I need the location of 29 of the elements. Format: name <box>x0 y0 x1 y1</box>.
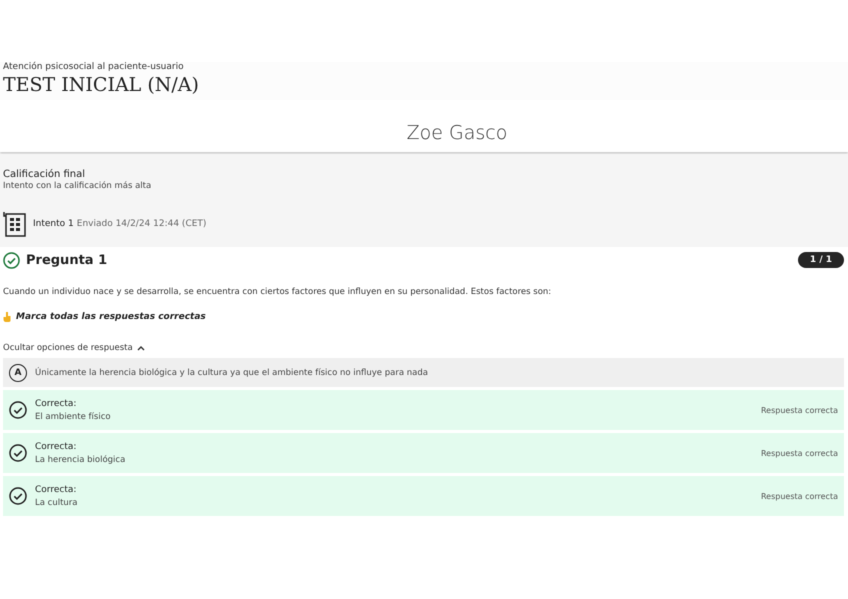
option-text: Únicamente la herencia biológica y la cultura ya que el ambiente físico no influye para nada <box>35 368 428 378</box>
feedback-text: Respuesta correcta <box>760 492 838 500</box>
option-text: La cultura <box>35 498 78 508</box>
option-status: Correcta: <box>35 442 78 452</box>
check-circle-icon <box>9 401 27 419</box>
grade-label: Calificación final <box>3 169 86 180</box>
caret-icon <box>136 345 145 351</box>
option-letter: A <box>9 364 27 382</box>
test-title: TEST INICIAL (N/A) <box>3 74 200 96</box>
attempt-date: Enviado 14/2/24 12:44 (CET) <box>76 219 206 229</box>
pointing-hand-icon <box>3 312 11 322</box>
feedback-text: Respuesta correcta <box>760 406 838 414</box>
option-status: Correcta: <box>35 484 78 494</box>
option-status: Correcta: <box>35 398 78 408</box>
question-title: Pregunta 1 <box>26 252 108 268</box>
student-name: Zoe Gasco <box>406 122 508 144</box>
attempt-label: Intento 1 <box>33 219 74 229</box>
check-circle-icon <box>9 487 27 505</box>
feedback-text: Respuesta correcta <box>760 448 838 458</box>
option-text: La herencia biológica <box>35 454 126 464</box>
calculator-icon <box>3 211 27 237</box>
course-name: Atención psicosocial al paciente-usuario <box>3 62 185 72</box>
score-badge: 1 / 1 <box>798 252 844 268</box>
grade-note: Intento con la calificación más alta <box>3 181 152 191</box>
instruction-text: Marca todas las respuestas correctas <box>16 312 206 322</box>
question-text: Cuando un individuo nace y se desarrolla, se encuentra con ciertos factores que influyen en su personalidad. Estos factores son: <box>3 287 552 297</box>
option-text: El ambiente físico <box>35 412 111 422</box>
hide-options-toggle[interactable]: Ocultar opciones de respuesta <box>3 343 145 353</box>
check-circle-icon <box>9 444 27 462</box>
